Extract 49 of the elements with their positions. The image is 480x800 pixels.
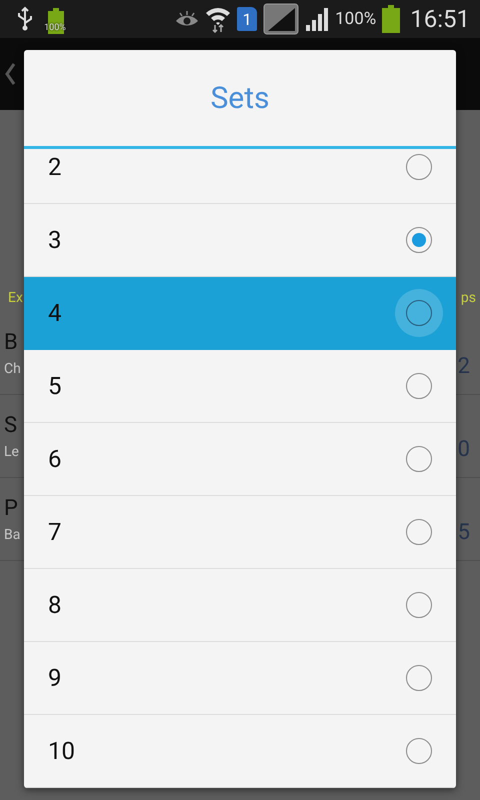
signal-icon — [263, 3, 300, 35]
exercise-title: P — [4, 496, 19, 520]
option-row[interactable]: 5 — [24, 350, 456, 423]
radio-button[interactable] — [406, 738, 432, 764]
exercise-title: S — [4, 412, 18, 438]
battery-percent: 100% — [335, 9, 376, 29]
sim-icon: 1 — [237, 7, 258, 31]
radio-button[interactable] — [406, 519, 432, 545]
radio-button[interactable] — [406, 154, 432, 180]
radio-button[interactable] — [406, 665, 432, 691]
option-label: 10 — [48, 737, 75, 765]
exercise-subtitle: Ba — [4, 526, 20, 542]
option-label: 9 — [48, 664, 62, 692]
wifi-icon — [205, 5, 232, 33]
option-label: 8 — [48, 591, 62, 619]
touch-ripple — [395, 289, 443, 337]
option-row[interactable]: 4 — [24, 277, 456, 350]
option-row[interactable]: 9 — [24, 642, 456, 715]
exercise-value: 2 — [458, 352, 470, 378]
option-row[interactable]: 2 — [24, 149, 456, 204]
back-icon[interactable] — [4, 62, 16, 86]
radio-button[interactable] — [406, 300, 432, 326]
radio-button[interactable] — [406, 373, 432, 399]
option-label: 5 — [48, 372, 62, 400]
exercise-subtitle: Le — [4, 444, 19, 460]
option-label: 4 — [48, 299, 62, 327]
column-header: ps — [460, 290, 476, 306]
eye-icon — [175, 10, 200, 28]
option-row[interactable]: 6 — [24, 423, 456, 496]
column-header: Ex — [8, 290, 23, 306]
signal-icon — [305, 7, 330, 31]
battery-icon — [382, 5, 400, 33]
exercise-value: 0 — [458, 436, 470, 462]
option-row[interactable]: 8 — [24, 569, 456, 642]
option-label: 7 — [48, 518, 62, 546]
option-row[interactable]: 7 — [24, 496, 456, 569]
radio-button[interactable] — [406, 227, 432, 253]
exercise-value: 5 — [458, 518, 470, 544]
clock: 16:51 — [410, 5, 470, 33]
dialog-title: Sets — [24, 50, 456, 149]
option-label: 2 — [48, 153, 62, 181]
radio-button[interactable] — [406, 446, 432, 472]
exercise-subtitle: Ch — [4, 360, 21, 376]
radio-button[interactable] — [406, 592, 432, 618]
option-label: 3 — [48, 226, 62, 254]
option-row[interactable]: 10 — [24, 715, 456, 788]
exercise-title: B — [4, 330, 19, 354]
option-label: 6 — [48, 445, 62, 473]
usb-icon — [16, 6, 34, 32]
